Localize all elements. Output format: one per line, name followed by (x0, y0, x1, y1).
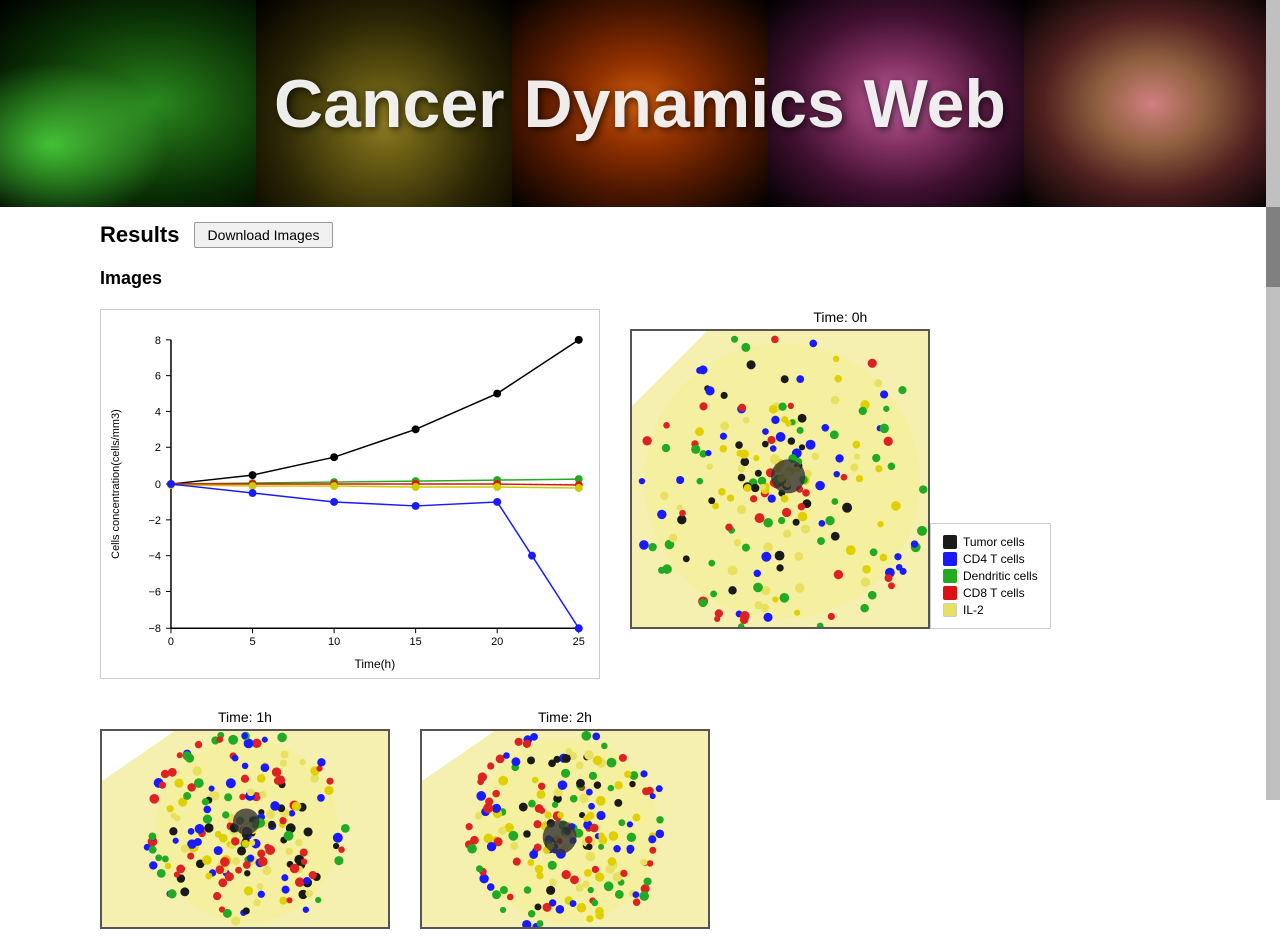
legend-color-cd8 (943, 586, 957, 600)
images-section: Images (100, 268, 1180, 929)
svg-text:10: 10 (328, 636, 340, 648)
legend-item-cd8: CD8 T cells (943, 586, 1038, 600)
legend-color-tumor (943, 535, 957, 549)
svg-text:−6: −6 (149, 586, 161, 598)
svg-text:−2: −2 (149, 515, 161, 527)
svg-text:4: 4 (155, 406, 161, 418)
scatter-0-time-label: Time: 0h (813, 309, 867, 325)
header-cell-2 (256, 0, 512, 207)
svg-text:25: 25 (573, 636, 585, 648)
results-title: Results (100, 222, 179, 248)
svg-text:Cells concentration(cells/mm3): Cells concentration(cells/mm3) (110, 409, 122, 559)
svg-text:−8: −8 (149, 623, 161, 635)
header-cell-4 (768, 0, 1024, 207)
content-area: Results Download Images Images (0, 207, 1280, 949)
scatter-1-plot (100, 729, 390, 929)
scatter-0-container: Time: 0h Tumor cells CD4 T cells (630, 309, 1051, 679)
scatter-2-plot (420, 729, 710, 929)
svg-text:6: 6 (155, 371, 161, 383)
legend-label-cd8: CD8 T cells (963, 586, 1025, 600)
legend-item-dendritic: Dendritic cells (943, 569, 1038, 583)
legend-color-il2 (943, 603, 957, 617)
scatter-0-plot (630, 329, 930, 629)
scrollbar[interactable] (1266, 0, 1280, 800)
legend-color-dendritic (943, 569, 957, 583)
line-chart-container: 8 6 4 2 0 −2 −4 −6 (100, 309, 600, 679)
scatter-1-time-label: Time: 1h (218, 709, 272, 725)
legend-label-tumor: Tumor cells (963, 535, 1025, 549)
svg-text:0: 0 (168, 636, 174, 648)
svg-text:20: 20 (491, 636, 503, 648)
results-header: Results Download Images (100, 222, 1180, 248)
header-cell-3 (512, 0, 768, 207)
header-cell-1 (0, 0, 256, 207)
svg-text:Time(h): Time(h) (355, 657, 396, 671)
scatter-2-time-label: Time: 2h (538, 709, 592, 725)
svg-text:5: 5 (249, 636, 255, 648)
legend-item-cd4: CD4 T cells (943, 552, 1038, 566)
header-banner: Cancer Dynamics Web (0, 0, 1280, 207)
scatter-1-container: Time: 1h (100, 709, 390, 929)
svg-text:15: 15 (410, 636, 422, 648)
svg-text:0: 0 (155, 479, 161, 491)
scatter-0-with-legend: Tumor cells CD4 T cells Dendritic cells (630, 329, 1051, 629)
legend-label-cd4: CD4 T cells (963, 552, 1025, 566)
legend-box: Tumor cells CD4 T cells Dendritic cells (930, 523, 1051, 629)
svg-text:−4: −4 (149, 551, 161, 563)
header-cell-5 (1024, 0, 1280, 207)
legend-item-il2: IL-2 (943, 603, 1038, 617)
legend-item-tumor: Tumor cells (943, 535, 1038, 549)
chart-svg: 8 6 4 2 0 −2 −4 −6 (101, 310, 599, 678)
legend-label-dendritic: Dendritic cells (963, 569, 1038, 583)
svg-text:2: 2 (155, 442, 161, 454)
legend-label-il2: IL-2 (963, 603, 984, 617)
svg-text:8: 8 (155, 335, 161, 347)
images-section-title: Images (100, 268, 1180, 289)
legend-color-cd4 (943, 552, 957, 566)
scrollbar-thumb[interactable] (1266, 207, 1280, 287)
line-chart: 8 6 4 2 0 −2 −4 −6 (100, 309, 600, 679)
download-images-button[interactable]: Download Images (194, 222, 332, 248)
images-grid: 8 6 4 2 0 −2 −4 −6 (100, 309, 1180, 929)
scatter-2-container: Time: 2h (420, 709, 710, 929)
